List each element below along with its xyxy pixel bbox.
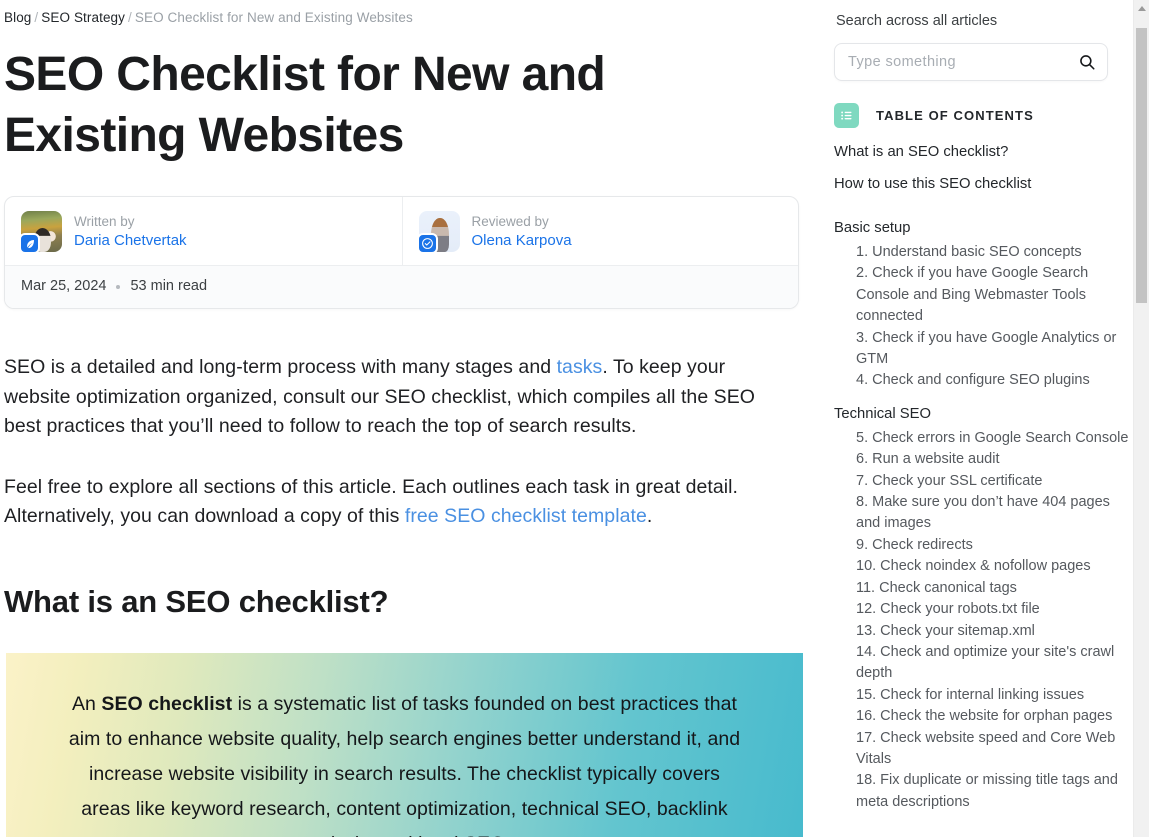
toc-item[interactable]: 2. Check if you have Google Search Conso… <box>856 263 1129 327</box>
author-cell-reviewer: Reviewed by Olena Karpova <box>401 197 799 265</box>
toc-item[interactable]: 14. Check and optimize your site's crawl… <box>856 642 1129 685</box>
toc-group-title[interactable]: Basic setup <box>834 218 1129 238</box>
author-row: Written by Daria Chetvertak Reviewed by … <box>5 197 798 265</box>
paragraph-2: Feel free to explore all sections of thi… <box>4 473 796 532</box>
scrollbar-thumb[interactable] <box>1136 28 1147 303</box>
paragraph-2-text-b: . <box>646 505 653 527</box>
toc-item[interactable]: 8. Make sure you don’t have 404 pages an… <box>856 492 1129 535</box>
read-time: 53 min read <box>130 278 208 294</box>
paragraph-1-text-a: SEO is a detailed and long-term process … <box>4 356 557 378</box>
paragraph-1: SEO is a detailed and long-term process … <box>4 353 796 442</box>
checklist-template-link[interactable]: free SEO checklist template <box>405 505 647 527</box>
author-card: Written by Daria Chetvertak Reviewed by … <box>4 196 799 309</box>
toc-item[interactable]: 7. Check your SSL certificate <box>856 471 1129 492</box>
avatar-wrapper-writer <box>19 211 62 254</box>
search-icon[interactable] <box>1077 52 1097 72</box>
toc-item[interactable]: 9. Check redirects <box>856 535 1129 556</box>
reviewer-role-label: Reviewed by <box>471 214 549 229</box>
post-meta: Mar 25, 2024 53 min read <box>5 265 798 308</box>
toc-item[interactable]: 12. Check your robots.txt file <box>856 599 1129 620</box>
toc-item[interactable]: 5. Check errors in Google Search Console <box>856 428 1129 449</box>
check-circle-icon <box>416 233 438 254</box>
table-of-contents-label: TABLE OF CONTENTS <box>876 108 1034 123</box>
section-heading-what-is-an-seo-checklist: What is an SEO checklist? <box>4 583 389 619</box>
toc-item[interactable]: 16. Check the website for orphan pages <box>856 706 1129 727</box>
callout-text-a: An <box>71 692 102 715</box>
toc-item[interactable]: 13. Check your sitemap.xml <box>856 621 1129 642</box>
search-label: Search across all articles <box>836 13 998 29</box>
breadcrumb-separator-2: / <box>128 10 132 25</box>
toc-spacer <box>834 206 1129 218</box>
toc-item[interactable]: 15. Check for internal linking issues <box>856 685 1129 706</box>
callout-text: An SEO checklist is a systematic list of… <box>62 687 747 837</box>
toc-item[interactable]: 11. Check canonical tags <box>856 578 1129 599</box>
author-meta-reviewer: Reviewed by Olena Karpova <box>472 213 572 250</box>
toc-item[interactable]: 4. Check and configure SEO plugins <box>856 370 1129 391</box>
author-role-label: Written by <box>74 214 135 229</box>
toc-item[interactable]: 1. Understand basic SEO concepts <box>856 242 1129 263</box>
table-of-contents-header: TABLE OF CONTENTS <box>834 103 1129 128</box>
publish-date: Mar 25, 2024 <box>21 278 107 294</box>
article-page: Blog / SEO Strategy / SEO Checklist for New … <box>0 0 1149 837</box>
toc-spacer <box>834 392 1129 404</box>
sidebar: Search across all articles Type somethin… <box>822 0 1149 837</box>
toc-item[interactable]: 10. Check noindex & nofollow pages <box>856 556 1129 577</box>
tasks-link[interactable]: tasks <box>557 356 603 378</box>
breadcrumb-separator: / <box>34 10 39 25</box>
reviewer-name-link[interactable]: Olena Karpova <box>472 232 572 249</box>
article-body: SEO is a detailed and long-term process … <box>0 353 800 532</box>
feather-pen-icon <box>19 233 40 254</box>
page-title: SEO Checklist for New and Existing Websi… <box>4 48 606 162</box>
avatar-wrapper-reviewer <box>416 211 460 254</box>
author-name-link[interactable]: Daria Chetvertak <box>74 232 187 249</box>
definition-callout: An SEO checklist is a systematic list of… <box>6 652 803 837</box>
search-input[interactable] <box>835 44 1107 80</box>
table-of-contents-list: What is an SEO checklist? How to use this… <box>834 142 1129 813</box>
toc-group-title[interactable]: Technical SEO <box>834 404 1129 424</box>
toc-item[interactable]: 3. Check if you have Google Analytics or… <box>856 328 1129 371</box>
toc-item[interactable]: 18. Fix duplicate or missing title tags … <box>856 770 1129 813</box>
meta-separator-dot <box>116 284 121 289</box>
breadcrumb-item-seo-strategy[interactable]: SEO Strategy <box>41 10 125 25</box>
breadcrumb: Blog / SEO Strategy / SEO Checklist for New … <box>0 9 822 27</box>
article-column: Blog / SEO Strategy / SEO Checklist for New … <box>0 0 822 837</box>
toc-item[interactable]: 6. Run a website audit <box>856 449 1129 470</box>
toc-item[interactable]: 17. Check website speed and Core Web Vit… <box>856 728 1129 771</box>
search-box[interactable] <box>834 43 1108 81</box>
toc-item-top[interactable]: How to use this SEO checklist <box>834 174 1129 194</box>
breadcrumb-current: SEO Checklist for New and Existing Websi… <box>134 10 413 25</box>
breadcrumb-item-blog[interactable]: Blog <box>4 10 31 25</box>
callout-emphasis: SEO checklist <box>101 692 233 715</box>
scrollbar-up-arrow-icon[interactable] <box>1134 0 1149 17</box>
list-icon <box>834 103 859 128</box>
sidebar-scrollbar[interactable] <box>1133 0 1149 837</box>
author-cell-writer: Written by Daria Chetvertak <box>5 197 402 265</box>
toc-item-top[interactable]: What is an SEO checklist? <box>834 142 1129 162</box>
author-meta-writer: Written by Daria Chetvertak <box>74 213 187 250</box>
